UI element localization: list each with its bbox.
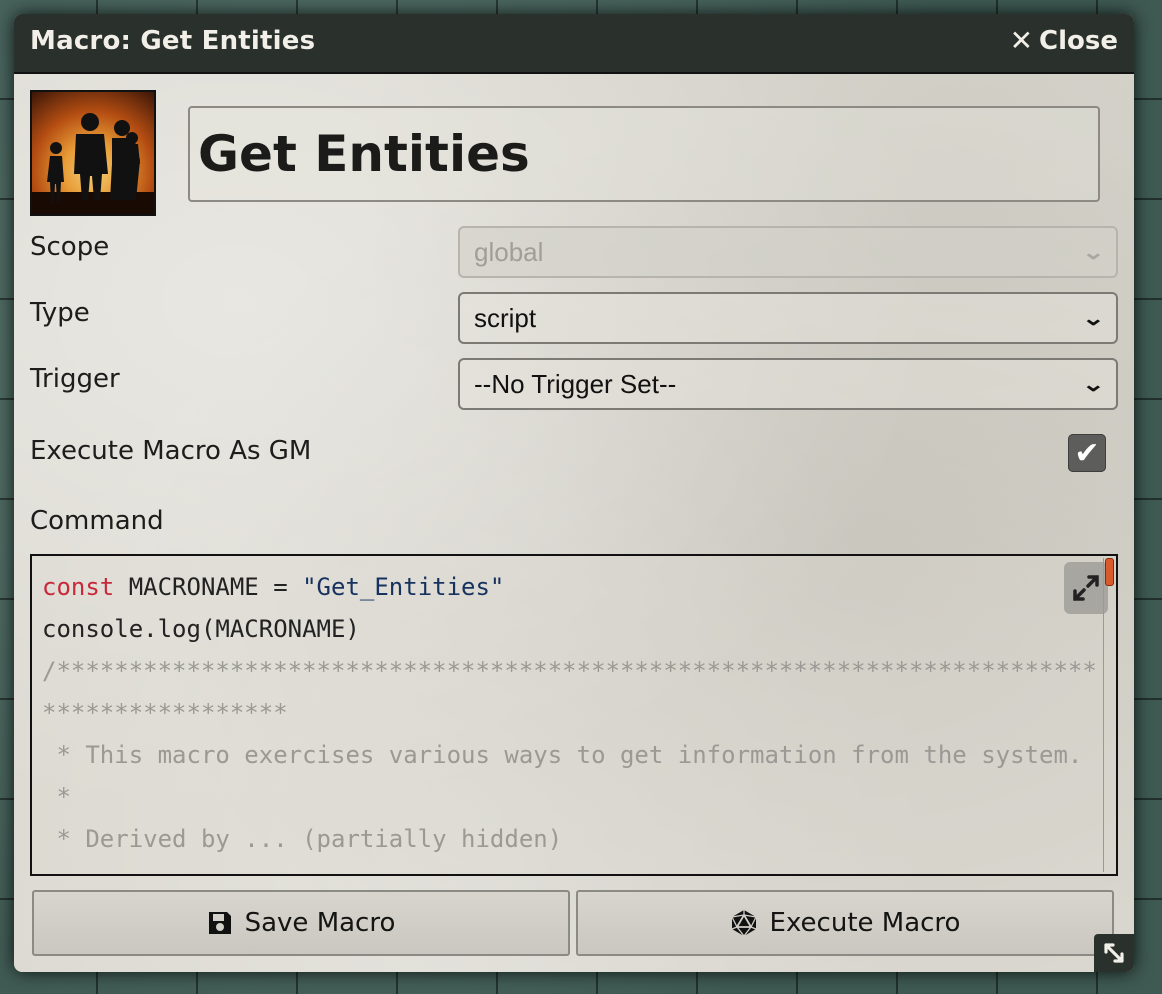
type-label: Type bbox=[30, 298, 90, 328]
scrollbar-thumb[interactable] bbox=[1105, 558, 1114, 586]
scope-label: Scope bbox=[30, 232, 110, 262]
command-code[interactable]: const MACRONAME = "Get_Entities" console… bbox=[42, 566, 1098, 860]
window-title: Macro: Get Entities bbox=[30, 26, 316, 56]
macro-image[interactable] bbox=[30, 90, 156, 216]
type-value: script bbox=[474, 302, 537, 333]
trigger-select[interactable]: --No Trigger Set-- ⌄ bbox=[458, 358, 1118, 410]
command-editor[interactable]: const MACRONAME = "Get_Entities" console… bbox=[30, 554, 1118, 876]
macro-config-window: Macro: Get Entities ✕ Close Scope global… bbox=[14, 14, 1134, 972]
type-select[interactable]: script ⌄ bbox=[458, 292, 1118, 344]
close-button[interactable]: ✕ Close bbox=[1010, 26, 1118, 56]
save-macro-button[interactable]: Save Macro bbox=[32, 890, 570, 956]
chevron-down-icon: ⌄ bbox=[1081, 307, 1106, 330]
scope-value: global bbox=[474, 236, 544, 267]
family-silhouette-sunset-icon bbox=[32, 113, 154, 214]
execute-macro-button[interactable]: Execute Macro bbox=[576, 890, 1114, 956]
code-text: MACRONAME = bbox=[114, 573, 303, 601]
macro-name-input[interactable] bbox=[188, 106, 1100, 202]
expand-editor-button[interactable] bbox=[1064, 562, 1108, 614]
window-resize-handle[interactable] bbox=[1094, 934, 1134, 972]
close-icon: ✕ bbox=[1009, 24, 1034, 57]
code-comment: * Derived by ... (partially hidden) bbox=[42, 825, 563, 853]
execute-as-gm-label: Execute Macro As GM bbox=[30, 436, 312, 466]
d20-dice-icon bbox=[730, 910, 757, 937]
chevron-down-icon: ⌄ bbox=[1081, 373, 1106, 396]
checkmark-icon: ✔ bbox=[1074, 435, 1100, 471]
expand-icon bbox=[1073, 575, 1099, 601]
save-macro-label: Save Macro bbox=[244, 908, 396, 938]
execute-as-gm-checkbox[interactable]: ✔ bbox=[1068, 434, 1106, 472]
editor-scrollbar[interactable] bbox=[1103, 558, 1114, 872]
code-comment: * bbox=[42, 783, 71, 811]
floppy-disk-icon bbox=[208, 912, 231, 934]
code-line: console.log(MACRONAME) bbox=[42, 615, 360, 643]
window-titlebar[interactable]: Macro: Get Entities ✕ Close bbox=[14, 14, 1134, 74]
code-comment: * This macro exercises various ways to g… bbox=[42, 741, 1083, 769]
code-comment: /***************************************… bbox=[42, 657, 1097, 727]
command-label: Command bbox=[30, 506, 164, 536]
code-keyword: const bbox=[42, 573, 115, 601]
trigger-label: Trigger bbox=[30, 364, 120, 394]
chevron-down-icon: ⌄ bbox=[1081, 241, 1106, 264]
execute-macro-label: Execute Macro bbox=[769, 908, 961, 938]
scope-select: global ⌄ bbox=[458, 226, 1118, 278]
resize-arrow-icon bbox=[1104, 943, 1124, 963]
close-label: Close bbox=[1039, 26, 1118, 56]
code-string: "Get_Entities" bbox=[302, 573, 505, 601]
trigger-value: --No Trigger Set-- bbox=[474, 368, 677, 399]
